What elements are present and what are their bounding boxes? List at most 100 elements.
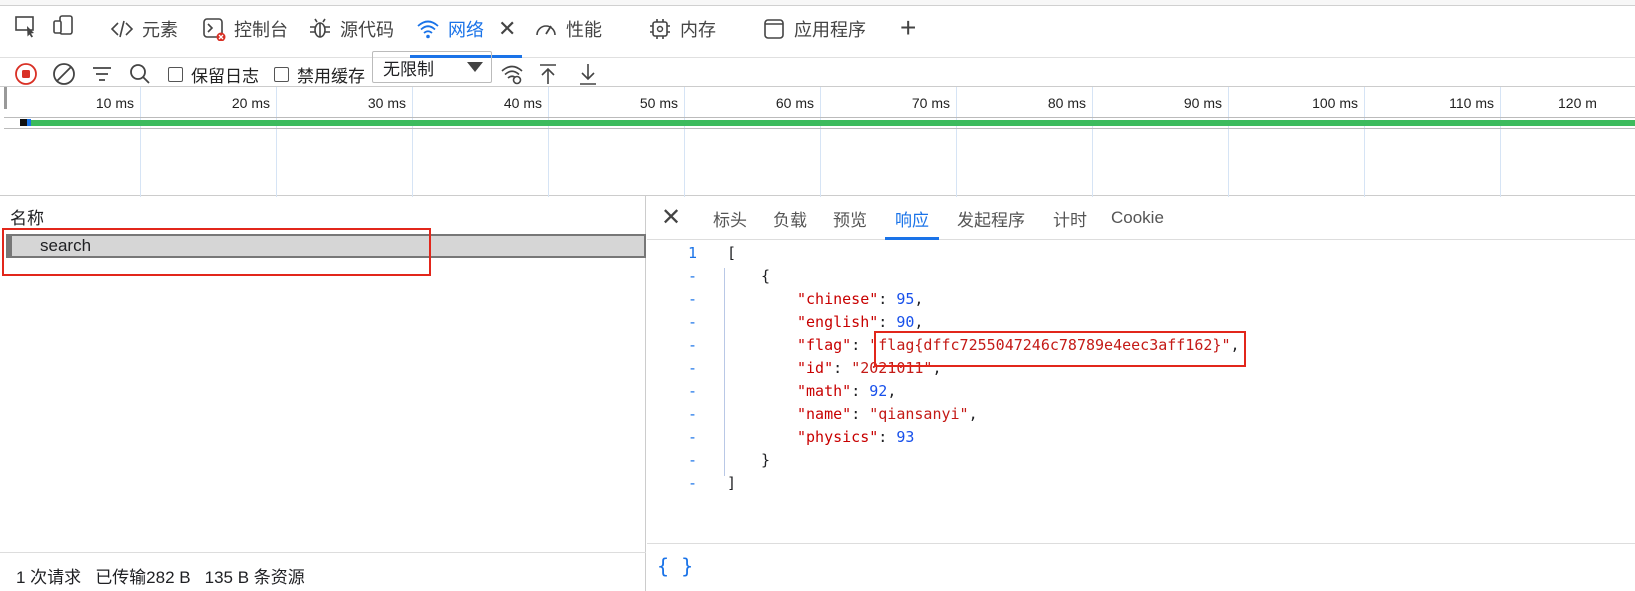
timeline-gridline [956,87,957,197]
record-stop-icon [15,63,37,85]
timeline-gridline [548,87,549,197]
colon: : [878,313,897,331]
timeline-tick-label: 110 ms [1449,95,1494,111]
tab-label: 元素 [142,20,178,40]
fold-marker[interactable]: - [647,451,697,469]
tab-preview[interactable]: 预览 [823,196,877,240]
timeline-gridline [820,87,821,197]
close-tab-icon[interactable]: ✕ [498,16,516,42]
download-icon [580,64,596,85]
filter-icon [93,67,111,81]
import-har-button[interactable] [536,63,560,85]
open-brace: { [761,267,771,285]
fold-marker[interactable]: - [647,336,697,354]
timeline-handle[interactable] [4,87,7,109]
tab-elements[interactable]: 元素 [104,0,184,58]
timeline-gridline [1228,87,1229,197]
tab-performance[interactable]: 性能 [528,0,608,58]
add-tool-icon[interactable]: + [900,14,916,42]
timeline-tick-label: 40 ms [503,95,542,111]
checkbox-box[interactable] [274,66,289,82]
gauge-icon [536,25,556,36]
timeline-gridline [276,87,277,197]
open-bracket: [ [727,244,737,262]
timeline-tick-label: 20 ms [231,95,270,111]
network-conditions-button[interactable] [500,63,524,85]
throttling-select[interactable]: 无限制 [372,51,492,83]
inspect-element-icon[interactable] [14,14,38,38]
tab-headers[interactable]: 标头 [703,196,757,240]
timeline-request-bar [28,120,1635,126]
device-toolbar-icon[interactable] [52,14,76,38]
comma: , [968,405,978,423]
disable-cache-checkbox[interactable]: 禁用缓存 [274,63,365,86]
transferred-size: 已传输282 B [95,568,191,587]
preserve-log-checkbox[interactable]: 保留日志 [168,63,259,86]
timeline-tick-label: 10 ms [95,95,134,111]
tab-application[interactable]: 应用程序 [756,0,872,58]
code-text: "chinese": 95, [797,290,923,308]
timeline-tick-label: 80 ms [1047,95,1086,111]
tab-initiator[interactable]: 发起程序 [947,196,1035,240]
code-line: -{ [647,267,1635,290]
tab-sources[interactable]: 源代码 [302,0,400,58]
tab-memory[interactable]: 内存 [642,0,722,58]
code-line: - "math": 92, [647,382,1635,405]
filter-button[interactable] [90,63,114,85]
close-icon[interactable]: ✕ [661,206,681,230]
colon: : [878,428,897,446]
fold-marker[interactable]: - [647,382,697,400]
fold-marker[interactable]: - [647,267,697,285]
timeline-tick-label: 100 ms [1312,95,1358,111]
fold-marker[interactable]: - [647,313,697,331]
close-brace: } [761,451,771,469]
highlight-box-request [2,228,431,276]
tab-response[interactable]: 响应 [885,196,939,240]
clear-icon [53,63,75,85]
timeline-gridline [1500,87,1501,197]
timeline-overview[interactable]: 10 ms 20 ms 30 ms 40 ms 50 ms 60 ms 70 ms 80 ms… [0,86,1635,197]
json-value: 90 [896,313,915,331]
search-button[interactable] [128,63,152,85]
fold-marker[interactable]: - [647,474,697,492]
fold-marker[interactable]: - [647,290,697,308]
json-value: "qiansanyi" [869,405,969,423]
tab-label: 源代码 [340,20,394,40]
json-value: 92 [869,382,888,400]
tab-payload[interactable]: 负载 [763,196,817,240]
tab-network[interactable]: 网络 ✕ [410,0,523,58]
checkbox-box[interactable] [168,66,183,82]
code-line: - "name": "qiansanyi", [647,405,1635,428]
timeline-tick-label: 70 ms [911,95,950,111]
code-line: - "chinese": 95, [647,290,1635,313]
timeline-tick-label: 90 ms [1183,95,1222,111]
export-har-button[interactable] [576,63,600,85]
fold-marker[interactable]: - [647,428,697,446]
tab-console[interactable]: 控制台 [196,0,294,58]
clear-button[interactable] [52,63,76,85]
code-text: { [761,267,770,285]
json-value: 93 [896,428,915,446]
json-key: "math" [797,382,852,400]
json-key: "english" [797,313,879,331]
window-icon [764,19,784,39]
code-text: [ [727,244,736,262]
preserve-log-label: 保留日志 [191,66,259,86]
tab-cookies[interactable]: Cookie [1101,196,1174,240]
record-button[interactable] [14,63,38,85]
json-key: "flag" [797,336,852,354]
timeline-gridline [684,87,685,197]
json-value: 95 [896,290,915,308]
tab-timing[interactable]: 计时 [1043,196,1097,240]
tab-label: 响应 [895,210,929,230]
json-key: "name" [797,405,852,423]
fold-marker[interactable]: - [647,359,697,377]
chip-icon [650,19,670,39]
close-bracket: ] [727,474,737,492]
pretty-print-button[interactable]: { } [657,554,693,578]
colon: : [833,359,852,377]
tab-label: 性能 [566,20,602,40]
fold-marker[interactable]: - [647,405,697,423]
colon: : [851,382,870,400]
detail-tabs: ✕ 标头 负载 预览 响应 发起程序 计时 Cookie [647,196,1635,240]
